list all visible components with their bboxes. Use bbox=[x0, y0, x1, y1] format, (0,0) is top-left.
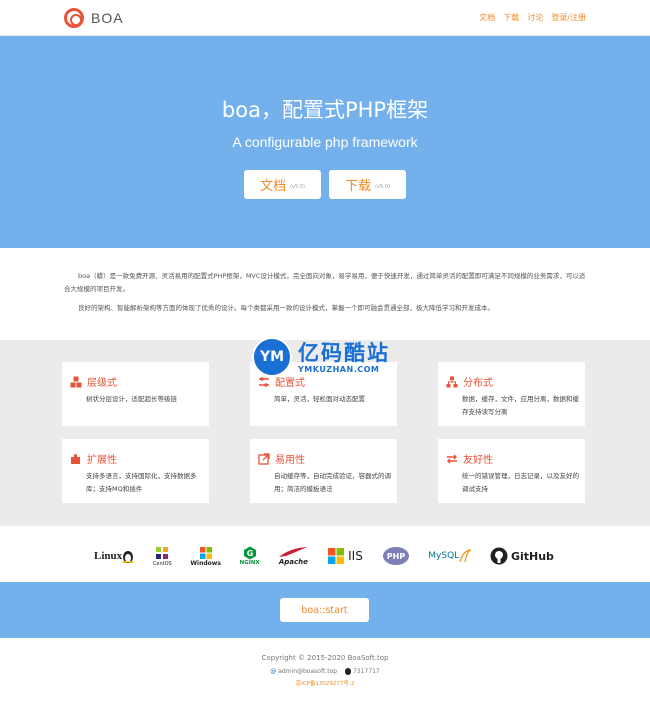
hero-title: boa，配置式PHP框架 bbox=[221, 98, 429, 122]
page-footer: Copyright © 2015-2020 BoaSoft.top @ admi… bbox=[0, 652, 650, 691]
feature-desc: 数据，缓存，文件，应用分离，数据和缓存支持读写分离 bbox=[462, 395, 579, 416]
watermark-en: YMKUZHAN.COM bbox=[298, 364, 380, 374]
exchange-icon bbox=[446, 453, 458, 465]
feature-desc: 统一的错误管理，日志记录，以及友好的调试支持 bbox=[462, 472, 579, 493]
nav-docs[interactable]: 文档 bbox=[479, 12, 495, 23]
feature-title: 扩展性 bbox=[87, 455, 117, 466]
feature-title: 易用性 bbox=[275, 455, 305, 466]
intro-section: boa（蟒）是一款免费开源、灵活易用的配置式PHP框架，MVC设计模式，完全面向… bbox=[64, 270, 586, 321]
external-link-icon bbox=[258, 452, 270, 465]
hero-subtitle: A configurable php framework bbox=[232, 134, 418, 150]
feature-desc: 自动缓存等，自动完成验证，容器式的调用；简洁的模板语法 bbox=[274, 472, 391, 493]
svg-text:PHP: PHP bbox=[386, 552, 405, 561]
qq-penguin-icon bbox=[345, 668, 352, 675]
feature-card-friendly: 友好性 统一的错误管理，日志记录，以及友好的调试支持 bbox=[438, 439, 585, 503]
tux-icon bbox=[122, 551, 134, 563]
boa-logo-icon bbox=[64, 8, 84, 28]
mysql-logo: MySQL bbox=[428, 549, 472, 563]
feature-title: 分布式 bbox=[463, 378, 493, 389]
centos-logo: CentOS bbox=[153, 545, 172, 567]
copyright-text: Copyright © 2015-2020 BoaSoft.top bbox=[261, 654, 389, 662]
feature-card-extensible: 扩展性 支持多语言，支持国际化，支持数据多库；支持MQ和插件 bbox=[62, 439, 209, 503]
watermark-cn: 亿码酷站 bbox=[298, 340, 390, 365]
email-link[interactable]: @ admin@boasoft.top bbox=[270, 665, 337, 678]
main-nav: 文档 下载 讨论 登录/注册 bbox=[479, 12, 586, 23]
linux-logo: Linux bbox=[94, 549, 134, 563]
iis-icon bbox=[328, 548, 345, 564]
nav-login[interactable]: 登录/注册 bbox=[551, 12, 586, 23]
feature-card-usability: 易用性 自动缓存等，自动完成验证，容器式的调用；简洁的模板语法 bbox=[250, 439, 397, 503]
feature-desc: 树状分层设计，适配超长等级链 bbox=[86, 395, 177, 403]
apache-logo: Apache bbox=[278, 546, 308, 566]
feature-title: 层级式 bbox=[87, 378, 117, 389]
intro-paragraph-2: 良好的架构、智能解析架构等方面的体现了优秀的设计。每个类都采用一致的设计模式，掌… bbox=[78, 304, 494, 312]
nginx-logo: G NGINX bbox=[240, 546, 260, 566]
feature-title: 友好性 bbox=[463, 455, 493, 466]
iis-logo: IIS bbox=[327, 547, 363, 565]
docs-version: (v5.0) bbox=[290, 184, 305, 190]
tech-logos-row: Linux CentOS Windows G NGINX Apache IIS … bbox=[94, 540, 554, 572]
windows-logo: Windows bbox=[190, 546, 221, 567]
start-band: boa::start bbox=[0, 582, 650, 638]
icp-link[interactable]: 京ICP备13029277号-2 bbox=[0, 678, 650, 691]
svg-text:G: G bbox=[246, 549, 253, 558]
intro-paragraph-1: boa（蟒）是一款免费开源、灵活易用的配置式PHP框架，MVC设计模式，完全面向… bbox=[64, 272, 586, 293]
cubes-icon bbox=[70, 376, 82, 388]
feature-card-hierarchical: 层级式 树状分层设计，适配超长等级链 bbox=[62, 362, 209, 426]
php-logo: PHP bbox=[382, 546, 410, 566]
hero-banner: boa，配置式PHP框架 A configurable php framewor… bbox=[0, 36, 650, 248]
qq-link[interactable]: 7317717 bbox=[345, 665, 380, 678]
docs-button[interactable]: 文档 (v5.0) bbox=[244, 170, 321, 199]
feature-card-distributed: 分布式 数据，缓存，文件，应用分离，数据和缓存支持读写分离 bbox=[438, 362, 585, 426]
windows-icon bbox=[199, 546, 212, 559]
boa-start-button[interactable]: boa::start bbox=[280, 598, 369, 622]
at-icon: @ bbox=[270, 668, 277, 675]
github-octocat-icon bbox=[490, 547, 508, 565]
download-version: (v5.0) bbox=[375, 184, 390, 190]
feature-desc: 简单，灵活，轻松面对动态配置 bbox=[274, 395, 365, 403]
nginx-icon: G bbox=[243, 546, 256, 560]
download-button[interactable]: 下载 (v5.0) bbox=[329, 170, 406, 199]
centos-icon bbox=[156, 547, 169, 559]
docs-button-label: 文档 bbox=[260, 179, 287, 194]
brand-logo[interactable]: BOA bbox=[64, 8, 124, 28]
dolphin-icon bbox=[459, 549, 472, 563]
top-header: BOA 文档 下载 讨论 登录/注册 bbox=[0, 0, 650, 36]
watermark-badge-icon: YM bbox=[252, 337, 292, 377]
puzzle-icon bbox=[70, 453, 82, 465]
apache-feather-icon bbox=[279, 547, 308, 557]
download-button-label: 下载 bbox=[345, 179, 372, 194]
nav-download[interactable]: 下载 bbox=[503, 12, 519, 23]
github-logo: GitHub bbox=[490, 547, 554, 565]
nav-discuss[interactable]: 讨论 bbox=[527, 12, 543, 23]
feature-desc: 支持多语言，支持国际化，支持数据多库；支持MQ和插件 bbox=[86, 472, 197, 493]
watermark-logo: YM 亿码酷站 YMKUZHAN.COM bbox=[252, 333, 402, 381]
php-elephant-icon: PHP bbox=[382, 547, 409, 565]
brand-name: BOA bbox=[91, 10, 124, 26]
sitemap-icon bbox=[446, 376, 458, 388]
